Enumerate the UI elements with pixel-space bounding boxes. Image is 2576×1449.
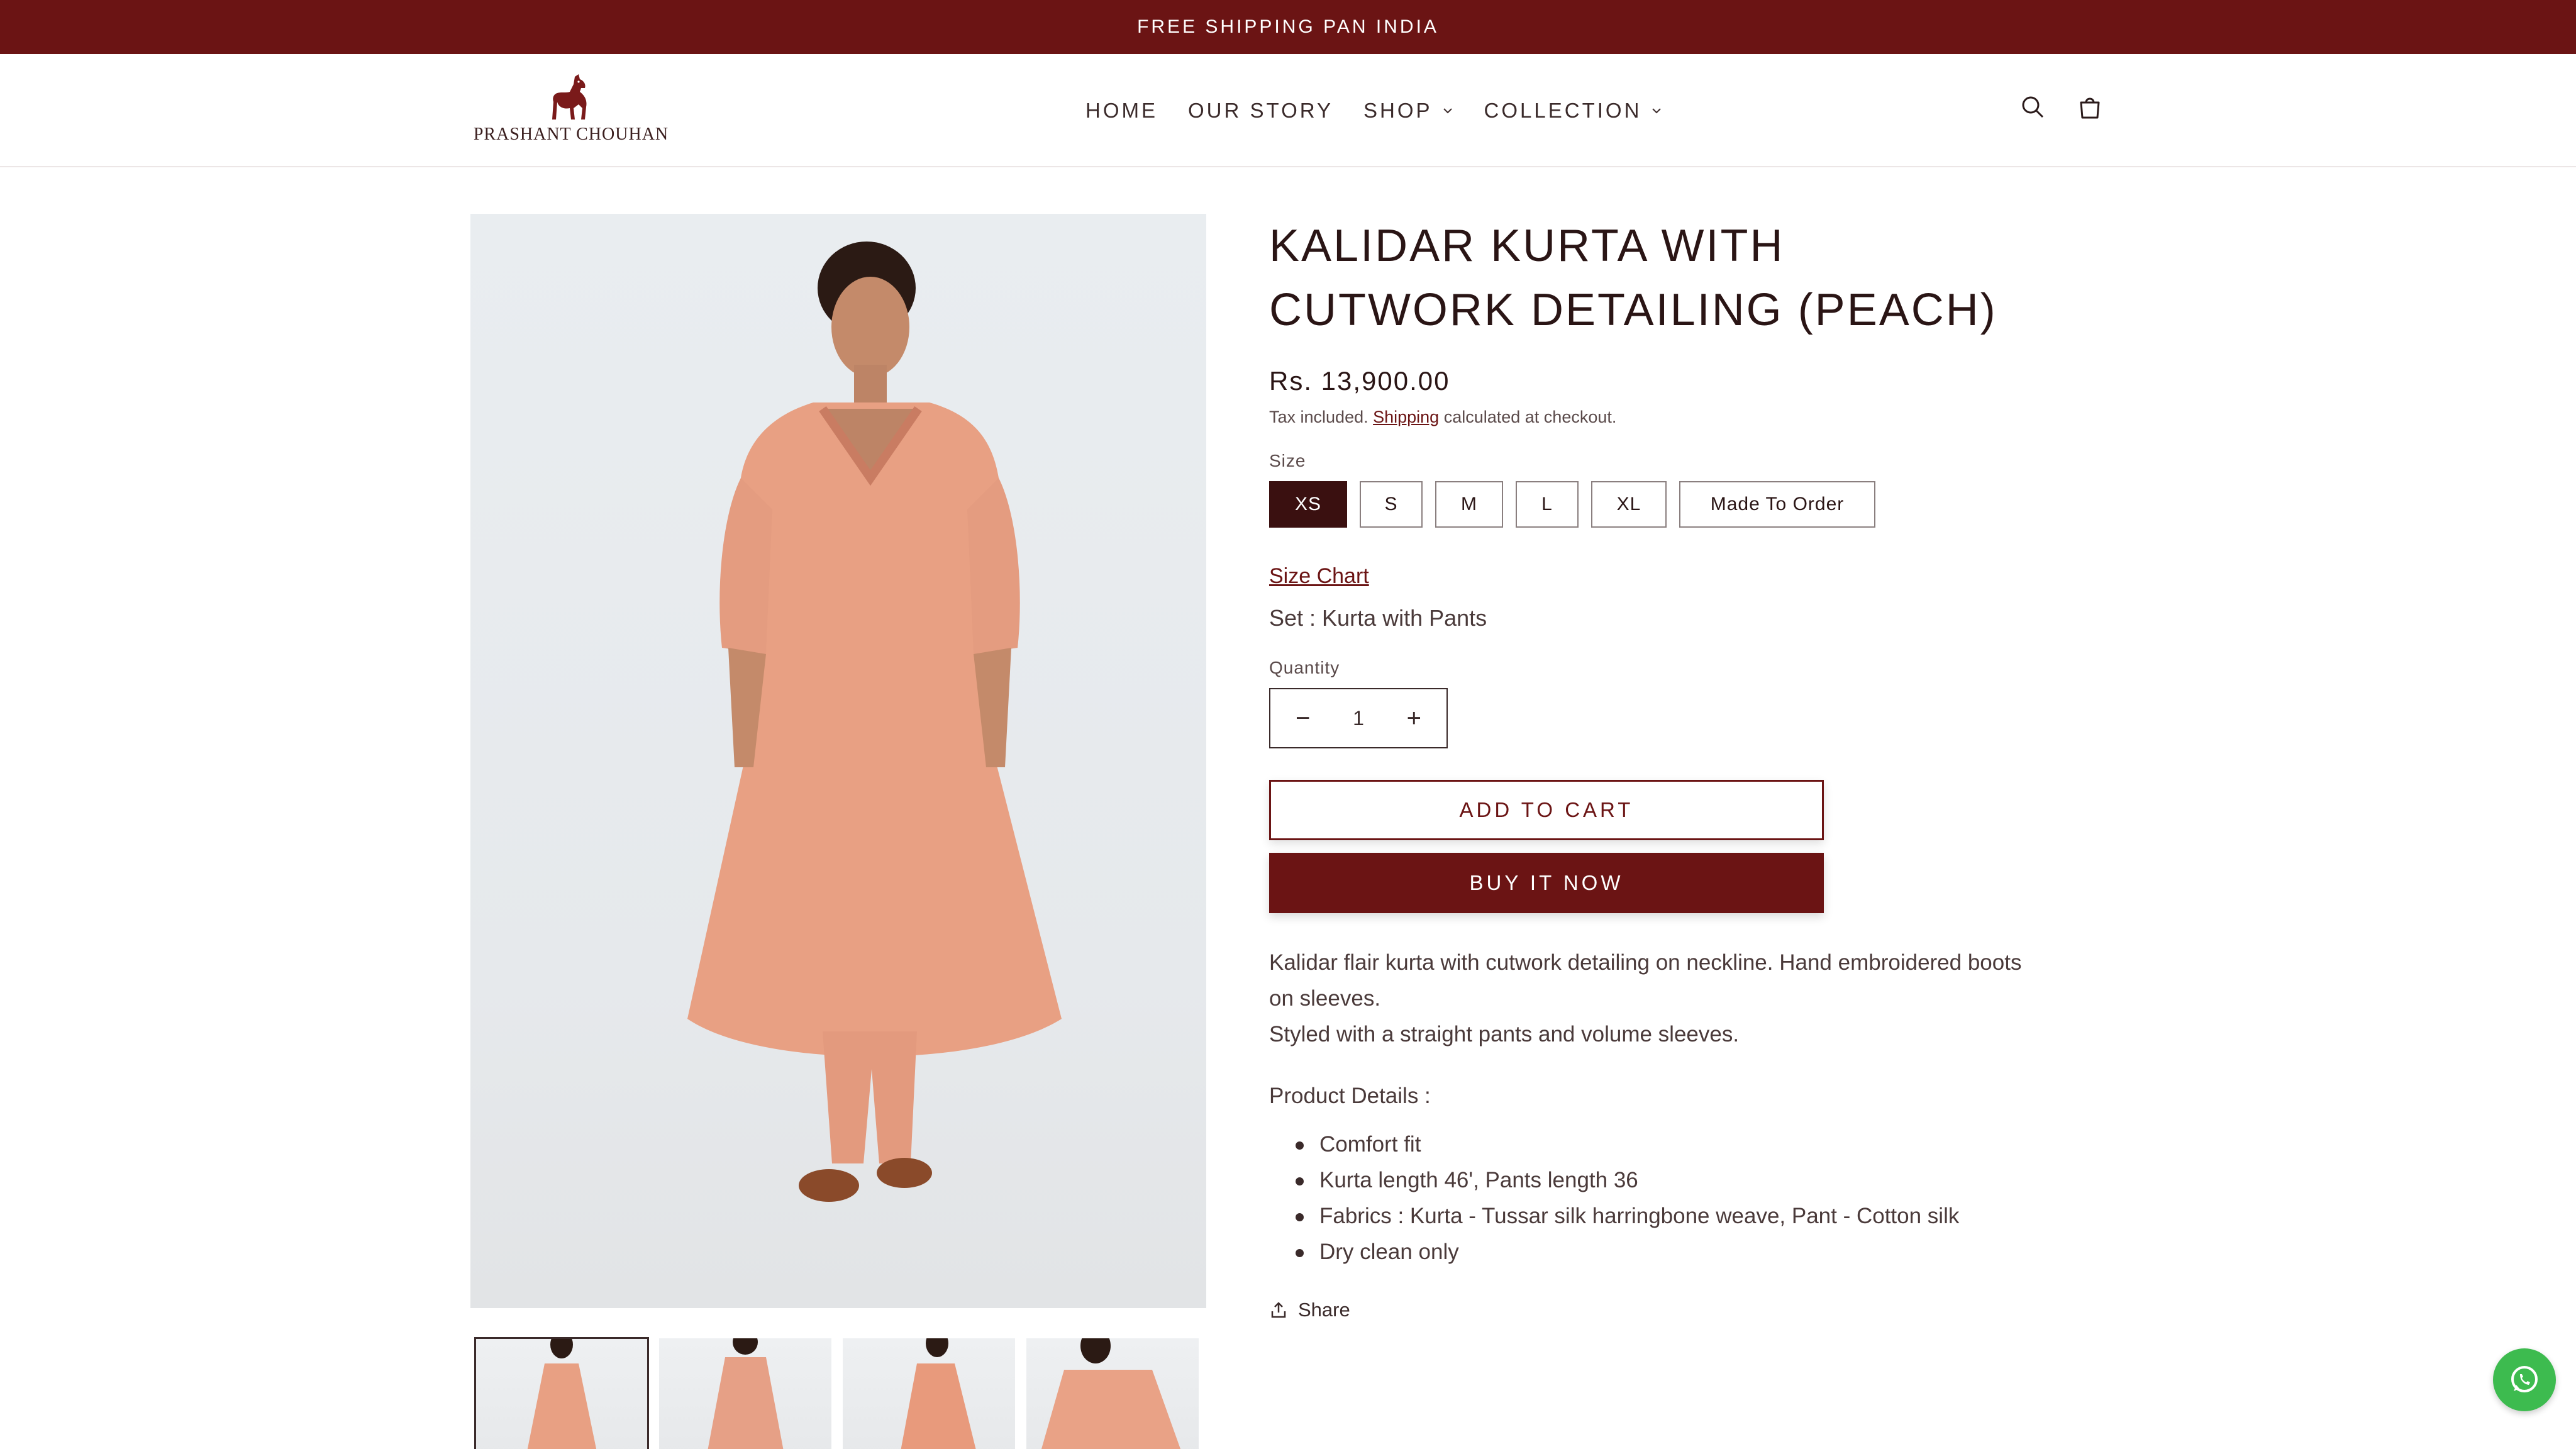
- product-price: Rs. 13,900.00: [1269, 366, 1450, 396]
- product-details-list: Comfort fit Kurta length 46', Pants leng…: [1269, 1126, 2024, 1270]
- brand-logo[interactable]: PRASHANT CHOUHAN: [470, 73, 672, 148]
- nav-collection[interactable]: COLLECTION: [1484, 99, 1663, 123]
- nav-collection-label: COLLECTION: [1484, 99, 1642, 122]
- size-chart-link[interactable]: Size Chart: [1269, 564, 1369, 589]
- main-nav: HOME OUR STORY SHOP COLLECTION: [1085, 54, 1663, 167]
- quantity-decrease-button[interactable]: −: [1296, 704, 1310, 733]
- thumbnail-3[interactable]: [843, 1338, 1015, 1449]
- product-photo: [687, 242, 1062, 1202]
- size-option-l[interactable]: L: [1516, 481, 1579, 528]
- quantity-increase-button[interactable]: +: [1407, 704, 1421, 733]
- size-options: XS S M L XL Made To Order: [1269, 481, 2024, 528]
- set-description: Set : Kurta with Pants: [1269, 605, 1487, 631]
- quantity-input[interactable]: 1: [1353, 707, 1364, 730]
- header-icons: [2018, 92, 2106, 123]
- product-description: Kalidar flair kurta with cutwork detaili…: [1269, 945, 2024, 1052]
- size-option-made-to-order[interactable]: Made To Order: [1679, 481, 1875, 528]
- product-info: KALIDAR KURTA WITH CUTWORK DETAILING (PE…: [1269, 214, 2024, 1321]
- announcement-bar: FREE SHIPPING PAN INDIA: [0, 0, 2576, 54]
- brand-name: PRASHANT CHOUHAN: [473, 125, 669, 144]
- thumbnail-1[interactable]: [474, 1337, 649, 1449]
- nav-shop-label: SHOP: [1363, 99, 1433, 122]
- horse-icon: [552, 74, 587, 119]
- nav-shop[interactable]: SHOP: [1363, 99, 1454, 123]
- size-option-m[interactable]: M: [1435, 481, 1503, 528]
- thumbnail-2[interactable]: [659, 1338, 831, 1449]
- detail-item: Dry clean only: [1269, 1234, 2024, 1270]
- shipping-link[interactable]: Shipping: [1373, 408, 1439, 426]
- description-line: Kalidar flair kurta with cutwork detaili…: [1269, 950, 2022, 1011]
- share-icon: [1271, 1302, 1286, 1318]
- buy-now-button[interactable]: BUY IT NOW: [1269, 853, 1824, 913]
- size-label: Size: [1269, 451, 1306, 470]
- thumbnail-4[interactable]: [1026, 1338, 1199, 1449]
- quantity-stepper: − 1 +: [1269, 688, 1448, 748]
- product-title: KALIDAR KURTA WITH CUTWORK DETAILING (PE…: [1269, 221, 1997, 335]
- announcement-text: FREE SHIPPING PAN INDIA: [1137, 16, 1439, 37]
- nav-home[interactable]: HOME: [1085, 99, 1158, 123]
- detail-item: Kurta length 46', Pants length 36: [1269, 1162, 2024, 1198]
- chevron-down-icon: [1652, 108, 1662, 114]
- tax-prefix: Tax included.: [1269, 408, 1374, 426]
- nav-our-story-label: OUR STORY: [1188, 99, 1333, 122]
- add-to-cart-button[interactable]: ADD TO CART: [1269, 780, 1824, 840]
- whatsapp-icon: [2511, 1366, 2538, 1392]
- thumbnail-strip: [474, 1337, 1199, 1449]
- details-heading: Product Details :: [1269, 1084, 1431, 1108]
- description-line: Styled with a straight pants and volume …: [1269, 1022, 1740, 1046]
- share-button[interactable]: Share: [1269, 1299, 2024, 1321]
- quantity-label: Quantity: [1269, 658, 1340, 677]
- tax-suffix: calculated at checkout.: [1439, 408, 1617, 426]
- nav-home-label: HOME: [1085, 99, 1158, 122]
- share-label: Share: [1298, 1299, 1350, 1321]
- product-main-image[interactable]: [470, 214, 1206, 1308]
- size-option-s[interactable]: S: [1360, 481, 1423, 528]
- size-option-xl[interactable]: XL: [1591, 481, 1667, 528]
- site-header: PRASHANT CHOUHAN HOME OUR STORY SHOP COL…: [0, 54, 2576, 167]
- tax-note: Tax included. Shipping calculated at che…: [1269, 408, 2024, 427]
- size-option-xs[interactable]: XS: [1269, 481, 1347, 528]
- cart-icon[interactable]: [2074, 92, 2106, 123]
- chevron-down-icon: [1443, 108, 1452, 114]
- nav-our-story[interactable]: OUR STORY: [1188, 99, 1333, 123]
- detail-item: Fabrics : Kurta - Tussar silk harringbon…: [1269, 1198, 2024, 1234]
- whatsapp-chat-button[interactable]: [2493, 1348, 2556, 1411]
- search-icon[interactable]: [2018, 92, 2049, 123]
- detail-item: Comfort fit: [1269, 1126, 2024, 1162]
